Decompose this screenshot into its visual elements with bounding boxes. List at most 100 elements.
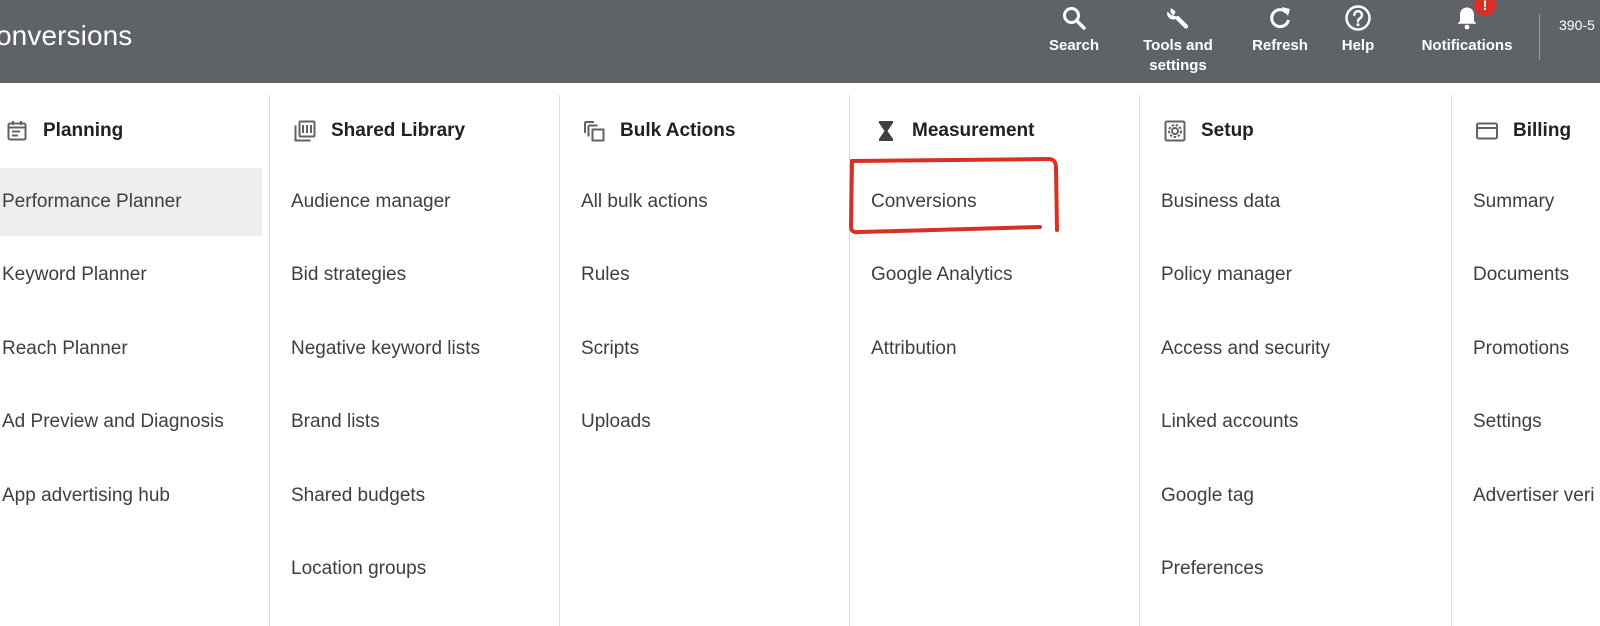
refresh-label: Refresh <box>1252 37 1308 54</box>
bulk-actions-heading-text: Bulk Actions <box>620 120 736 141</box>
planning-heading-text: Planning <box>43 120 124 141</box>
menu-item-linked-accounts[interactable]: Linked accounts <box>1161 388 1421 456</box>
menu-item-label: Attribution <box>871 338 957 359</box>
menu-item-label: Bid strategies <box>291 264 407 285</box>
menu-item-label: Advertiser veri <box>1473 485 1595 506</box>
library-icon <box>294 120 316 142</box>
notifications-label: Notifications <box>1421 37 1513 54</box>
menu-item-documents[interactable]: Documents <box>1473 241 1600 309</box>
menu-item-label: Negative keyword lists <box>291 338 481 359</box>
bulk-actions-heading: Bulk Actions <box>582 117 735 145</box>
menu-item-uploads[interactable]: Uploads <box>581 388 841 456</box>
menu-item-label: Access and security <box>1161 338 1330 359</box>
menu-item-brand-lists[interactable]: Brand lists <box>291 388 551 456</box>
measurement-heading: Measurement <box>874 117 1035 145</box>
search-button[interactable]: Search <box>1044 0 1104 83</box>
menu-item-advertiser-verification[interactable]: Advertiser veri <box>1473 462 1600 530</box>
column-divider <box>269 95 270 626</box>
shared-library-heading: Shared Library <box>293 117 465 145</box>
menu-item-summary[interactable]: Summary <box>1473 168 1600 236</box>
account-id[interactable]: 390-5 <box>1559 17 1595 33</box>
menu-item-label: Preferences <box>1161 558 1264 579</box>
menu-item-promotions[interactable]: Promotions <box>1473 315 1600 383</box>
menu-item-business-data[interactable]: Business data <box>1161 168 1421 236</box>
credit-card-icon <box>1476 122 1498 140</box>
menu-item-location-groups[interactable]: Location groups <box>291 535 551 603</box>
menu-item-label: Location groups <box>291 558 427 579</box>
menu-item-label: Brand lists <box>291 411 380 432</box>
menu-item-keyword-planner[interactable]: Keyword Planner <box>0 241 260 309</box>
planning-column: Planning Performance Planner Keyword Pla… <box>0 83 262 626</box>
menu-item-label: All bulk actions <box>581 191 708 212</box>
menu-item-audience-manager[interactable]: Audience manager <box>291 168 551 236</box>
menu-item-label: Google Analytics <box>871 264 1013 285</box>
search-label: Search <box>1048 37 1100 54</box>
topbar-divider <box>1539 14 1540 60</box>
menu-item-ad-preview-and-diagnosis[interactable]: Ad Preview and Diagnosis <box>0 388 260 456</box>
menu-item-scripts[interactable]: Scripts <box>581 315 841 383</box>
shared-library-heading-text: Shared Library <box>331 120 466 141</box>
menu-item-label: Ad Preview and Diagnosis <box>2 411 224 432</box>
wrench-icon <box>1167 8 1189 29</box>
menu-item-label: Settings <box>1473 411 1542 432</box>
menu-item-reach-planner[interactable]: Reach Planner <box>0 315 260 383</box>
menu-item-app-advertising-hub[interactable]: App advertising hub <box>0 462 260 530</box>
menu-item-bid-strategies[interactable]: Bid strategies <box>291 241 551 309</box>
menu-item-label: Policy manager <box>1161 264 1292 285</box>
tools-and-settings-button[interactable]: Tools and settings <box>1134 0 1222 83</box>
notifications-button[interactable]: ! Notifications <box>1412 0 1522 83</box>
calendar-icon <box>7 121 27 141</box>
column-divider <box>559 95 560 626</box>
refresh-button[interactable]: Refresh <box>1246 0 1314 83</box>
menu-item-label: Business data <box>1161 191 1281 212</box>
menu-item-attribution[interactable]: Attribution <box>871 315 1131 383</box>
menu-item-all-bulk-actions[interactable]: All bulk actions <box>581 168 841 236</box>
measurement-column: Measurement Conversions Google Analytics… <box>871 83 1133 626</box>
menu-item-rules[interactable]: Rules <box>581 241 841 309</box>
refresh-icon <box>1270 7 1290 29</box>
bulk-actions-column: Bulk Actions All bulk actions Rules Scri… <box>581 83 843 626</box>
menu-item-label: Audience manager <box>291 191 451 212</box>
copy-icon <box>584 121 605 142</box>
help-button[interactable]: Help <box>1334 0 1382 83</box>
setup-heading: Setup <box>1163 117 1254 145</box>
menu-item-performance-planner[interactable]: Performance Planner <box>0 168 262 236</box>
menu-item-conversions[interactable]: Conversions <box>871 168 1131 236</box>
menu-item-label: App advertising hub <box>2 485 170 506</box>
tools-and-settings-label: Tools and settings <box>1143 37 1213 74</box>
menu-item-negative-keyword-lists[interactable]: Negative keyword lists <box>291 315 551 383</box>
menu-item-policy-manager[interactable]: Policy manager <box>1161 241 1421 309</box>
billing-heading-text: Billing <box>1513 120 1572 141</box>
menu-item-google-analytics[interactable]: Google Analytics <box>871 241 1131 309</box>
top-bar: onversions Search Tools and settings Ref… <box>0 0 1600 83</box>
menu-item-label: Reach Planner <box>2 338 128 359</box>
menu-item-label: Promotions <box>1473 338 1570 359</box>
menu-item-label: Conversions <box>871 191 977 212</box>
menu-item-label: Linked accounts <box>1161 411 1299 432</box>
menu-item-access-and-security[interactable]: Access and security <box>1161 315 1421 383</box>
shared-library-column: Shared Library Audience manager Bid stra… <box>291 83 553 626</box>
column-divider <box>1139 95 1140 626</box>
menu-item-google-tag[interactable]: Google tag <box>1161 462 1421 530</box>
settings-box-icon <box>1164 120 1186 142</box>
page-title: onversions <box>0 20 133 51</box>
menu-item-preferences[interactable]: Preferences <box>1161 535 1421 603</box>
planning-heading: Planning <box>5 117 123 145</box>
billing-column: Billing Summary Documents Promotions Set… <box>1473 83 1600 626</box>
notification-badge: ! <box>1474 0 1496 16</box>
help-label: Help <box>1341 37 1375 54</box>
menu-item-label: Performance Planner <box>2 191 182 212</box>
measurement-heading-text: Measurement <box>912 120 1035 141</box>
help-icon <box>1345 5 1371 31</box>
setup-column: Setup Business data Policy manager Acces… <box>1161 83 1441 626</box>
menu-item-label: Uploads <box>581 411 651 432</box>
column-divider <box>1451 95 1452 626</box>
menu-item-label: Rules <box>581 264 630 285</box>
menu-item-settings[interactable]: Settings <box>1473 388 1600 456</box>
menu-item-shared-budgets[interactable]: Shared budgets <box>291 462 551 530</box>
menu-item-label: Summary <box>1473 191 1555 212</box>
search-icon <box>1063 7 1086 30</box>
billing-heading: Billing <box>1475 117 1571 145</box>
menu-item-label: Documents <box>1473 264 1570 285</box>
setup-heading-text: Setup <box>1201 120 1254 141</box>
